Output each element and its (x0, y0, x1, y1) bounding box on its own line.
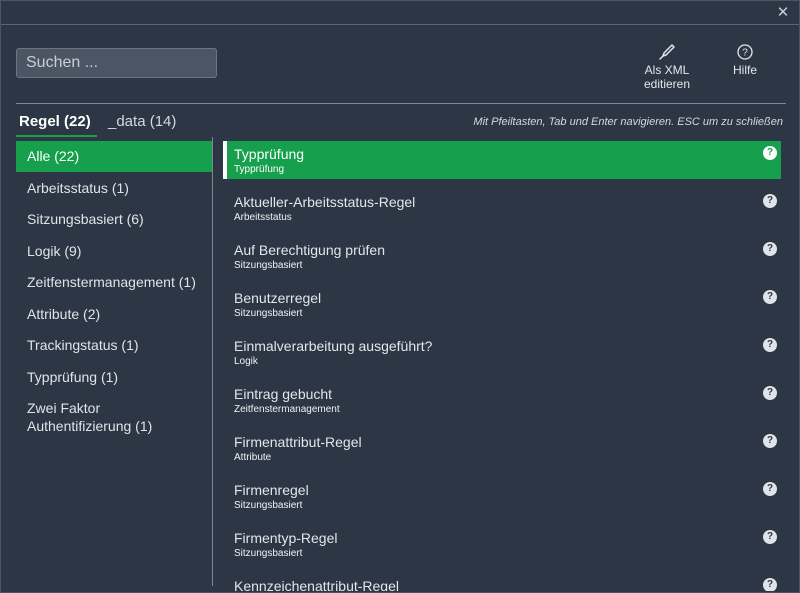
rule-category: Attribute (234, 452, 272, 463)
rule-item[interactable]: Firmenattribut-Regel Attribute ? (223, 429, 781, 467)
edit-as-xml-label-line1: Als XML (644, 63, 690, 77)
question-circle-icon[interactable]: ? (763, 434, 777, 448)
rule-item[interactable]: Eintrag gebucht Zeitfenstermanagement ? (223, 381, 781, 419)
keyboard-hint: Mit Pfeiltasten, Tab und Enter navigiere… (473, 116, 783, 128)
category-item-attribute[interactable]: Attribute (2) (16, 305, 212, 323)
rule-item[interactable]: Einmalverarbeitung ausgeführt? Logik ? (223, 333, 781, 371)
help-label: Hilfe (732, 63, 757, 77)
rule-item[interactable]: Firmentyp-Regel Sitzungsbasiert ? (223, 525, 781, 563)
category-label: Sitzungsbasiert (6) (27, 211, 144, 227)
svg-text:?: ? (742, 48, 748, 59)
category-item-logik[interactable]: Logik (9) (16, 242, 212, 260)
category-item-sitzungsbasiert[interactable]: Sitzungsbasiert (6) (16, 210, 212, 228)
active-tab-indicator (16, 135, 97, 137)
rule-title: Typprüfung (234, 146, 305, 162)
rule-category: Logik (234, 356, 258, 367)
rule-category: Sitzungsbasiert (234, 260, 303, 271)
rule-category: Arbeitsstatus (234, 212, 292, 223)
rule-list: Typprüfung Typprüfung ? Aktueller-Arbeit… (223, 141, 783, 591)
rule-title: Kennzeichenattribut-Regel (234, 578, 399, 591)
search-input[interactable] (16, 48, 217, 78)
tab-data[interactable]: _data (14) (108, 112, 176, 132)
edit-as-xml-label-line2: editieren (643, 77, 691, 91)
tab-regel-label: Regel (22) (19, 113, 91, 130)
category-label: Trackingstatus (1) (27, 337, 139, 353)
rule-item[interactable]: Typprüfung Typprüfung ? (223, 141, 781, 179)
rule-item[interactable]: Kennzeichenattribut-Regel ? (223, 573, 781, 591)
category-label: Arbeitsstatus (1) (27, 180, 129, 196)
rule-title: Benutzerregel (234, 290, 322, 306)
tab-data-label: _data (14) (108, 113, 177, 130)
rule-category: Sitzungsbasiert (234, 548, 303, 559)
tab-regel[interactable]: Regel (22) (16, 112, 97, 137)
rule-title: Firmenattribut-Regel (234, 434, 362, 450)
edit-as-xml-button[interactable]: Als XML editieren (635, 43, 699, 91)
help-button[interactable]: ? Hilfe (723, 43, 767, 77)
category-label: Alle (22) (27, 148, 80, 164)
question-circle-icon[interactable]: ? (763, 530, 777, 544)
category-item-zwei-faktor[interactable]: Zwei Faktor Authentifizierung (1) (16, 399, 212, 435)
question-circle-icon[interactable]: ? (763, 194, 777, 208)
category-item-typpruefung[interactable]: Typprüfung (1) (16, 368, 212, 386)
category-label-line1: Zwei Faktor (27, 400, 101, 416)
rule-title: Auf Berechtigung prüfen (234, 242, 385, 258)
header-divider (16, 103, 786, 104)
rule-title: Aktueller-Arbeitsstatus-Regel (234, 194, 416, 210)
close-icon[interactable]: ✕ (775, 5, 791, 21)
rule-item[interactable]: Aktueller-Arbeitsstatus-Regel Arbeitssta… (223, 189, 781, 227)
rule-title: Einmalverarbeitung ausgeführt? (234, 338, 433, 354)
dialog-titlebar: ✕ (1, 1, 799, 25)
category-label: Zeitfenstermanagement (1) (27, 274, 196, 290)
question-circle-icon: ? (737, 44, 753, 60)
question-circle-icon[interactable]: ? (763, 146, 777, 160)
category-item-zeitfenstermanagement[interactable]: Zeitfenstermanagement (1) (16, 273, 212, 291)
category-label: Typprüfung (1) (27, 369, 119, 385)
rule-category: Sitzungsbasiert (234, 308, 303, 319)
question-circle-icon[interactable]: ? (763, 386, 777, 400)
rule-item[interactable]: Auf Berechtigung prüfen Sitzungsbasiert … (223, 237, 781, 275)
category-item-arbeitsstatus[interactable]: Arbeitsstatus (1) (16, 179, 212, 197)
category-label: Attribute (2) (27, 306, 101, 322)
category-item-trackingstatus[interactable]: Trackingstatus (1) (16, 336, 212, 354)
rule-category: Zeitfenstermanagement (234, 404, 340, 415)
category-item-alle[interactable]: Alle (22) (16, 141, 212, 172)
rule-title: Eintrag gebucht (234, 386, 333, 402)
question-circle-icon[interactable]: ? (763, 482, 777, 496)
rule-title: Firmentyp-Regel (234, 530, 338, 546)
rule-title: Firmenregel (234, 482, 309, 498)
rule-category: Sitzungsbasiert (234, 500, 303, 511)
pen-nib-icon (659, 44, 675, 60)
question-circle-icon[interactable]: ? (763, 290, 777, 304)
question-circle-icon[interactable]: ? (763, 338, 777, 352)
rule-category: Typprüfung (234, 164, 285, 175)
question-circle-icon[interactable]: ? (763, 578, 777, 591)
category-list: Alle (22) Arbeitsstatus (1) Sitzungsbasi… (16, 141, 213, 586)
rule-item[interactable]: Benutzerregel Sitzungsbasiert ? (223, 285, 781, 323)
category-label-line2: Authentifizierung (1) (27, 418, 153, 434)
column-divider (212, 137, 213, 586)
category-label: Logik (9) (27, 243, 82, 259)
question-circle-icon[interactable]: ? (763, 242, 777, 256)
rule-picker-dialog: ✕ Als XML editieren ? Hilfe Regel (22) _… (0, 0, 800, 593)
rule-item[interactable]: Firmenregel Sitzungsbasiert ? (223, 477, 781, 515)
